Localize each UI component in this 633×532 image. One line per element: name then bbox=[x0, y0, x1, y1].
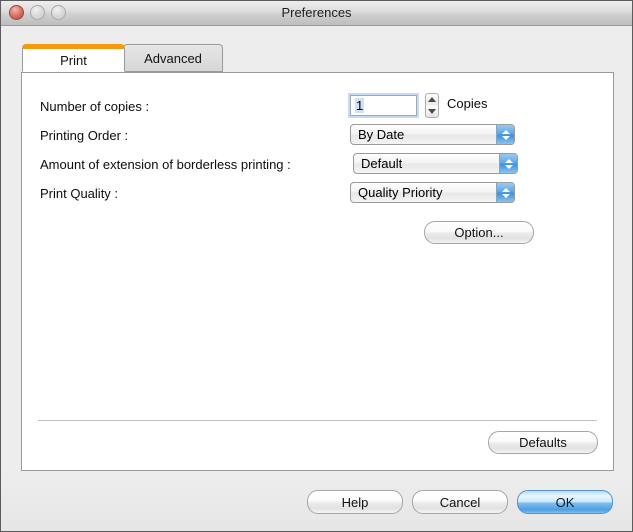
chevron-down-glyph bbox=[501, 193, 510, 198]
chevron-updown-icon[interactable] bbox=[496, 183, 514, 202]
number-of-copies-label: Number of copies : bbox=[40, 99, 150, 114]
print-quality-select[interactable]: Quality Priority bbox=[350, 182, 515, 203]
printing-order-select[interactable]: By Date bbox=[350, 124, 515, 145]
number-of-copies-input[interactable]: 1 bbox=[350, 95, 417, 116]
ok-button[interactable]: OK bbox=[517, 490, 613, 514]
printing-order-label: Printing Order : bbox=[40, 128, 129, 143]
preferences-window: Preferences Print Advanced Number of cop… bbox=[0, 0, 633, 532]
row-printing-order: Printing Order : By Date bbox=[40, 121, 595, 150]
copies-suffix-label: Copies bbox=[447, 96, 488, 111]
chevron-down-glyph bbox=[504, 164, 513, 169]
row-number-of-copies: Number of copies : 1 Copies bbox=[40, 92, 595, 121]
borderless-extension-value: Default bbox=[361, 156, 403, 171]
window-title: Preferences bbox=[281, 5, 352, 20]
print-tab-panel: Number of copies : 1 Copies Printing Ord… bbox=[21, 72, 614, 471]
panel-divider bbox=[38, 420, 597, 421]
print-settings-form: Number of copies : 1 Copies Printing Ord… bbox=[40, 92, 595, 208]
option-button[interactable]: Option... bbox=[424, 221, 534, 244]
tab-print[interactable]: Print bbox=[22, 44, 125, 72]
cancel-button[interactable]: Cancel bbox=[412, 490, 508, 514]
number-of-copies-value: 1 bbox=[355, 98, 365, 113]
row-borderless-extension: Amount of extension of borderless printi… bbox=[40, 150, 595, 179]
tab-bar: Print Advanced bbox=[1, 26, 632, 72]
number-of-copies-stepper[interactable] bbox=[425, 93, 439, 118]
row-print-quality: Print Quality : Quality Priority bbox=[40, 179, 595, 208]
stepper-down-icon[interactable] bbox=[428, 108, 436, 114]
chevron-updown-icon[interactable] bbox=[496, 125, 514, 144]
tab-advanced[interactable]: Advanced bbox=[123, 44, 223, 72]
tab-print-label: Print bbox=[60, 52, 87, 68]
print-quality-value: Quality Priority bbox=[358, 185, 443, 200]
printing-order-value: By Date bbox=[358, 127, 405, 142]
chevron-up-glyph bbox=[504, 158, 513, 163]
tab-advanced-label: Advanced bbox=[144, 50, 202, 66]
chevron-down-glyph bbox=[501, 135, 510, 140]
borderless-extension-label: Amount of extension of borderless printi… bbox=[40, 157, 291, 172]
chevron-up-glyph bbox=[501, 129, 510, 134]
chevron-updown-icon[interactable] bbox=[499, 154, 517, 173]
help-button[interactable]: Help bbox=[307, 490, 403, 514]
chevron-up-glyph bbox=[501, 187, 510, 192]
stepper-up-icon[interactable] bbox=[428, 97, 436, 103]
borderless-extension-select[interactable]: Default bbox=[353, 153, 518, 174]
print-quality-label: Print Quality : bbox=[40, 186, 119, 201]
defaults-button[interactable]: Defaults bbox=[488, 431, 598, 454]
window-titlebar: Preferences bbox=[1, 1, 632, 26]
